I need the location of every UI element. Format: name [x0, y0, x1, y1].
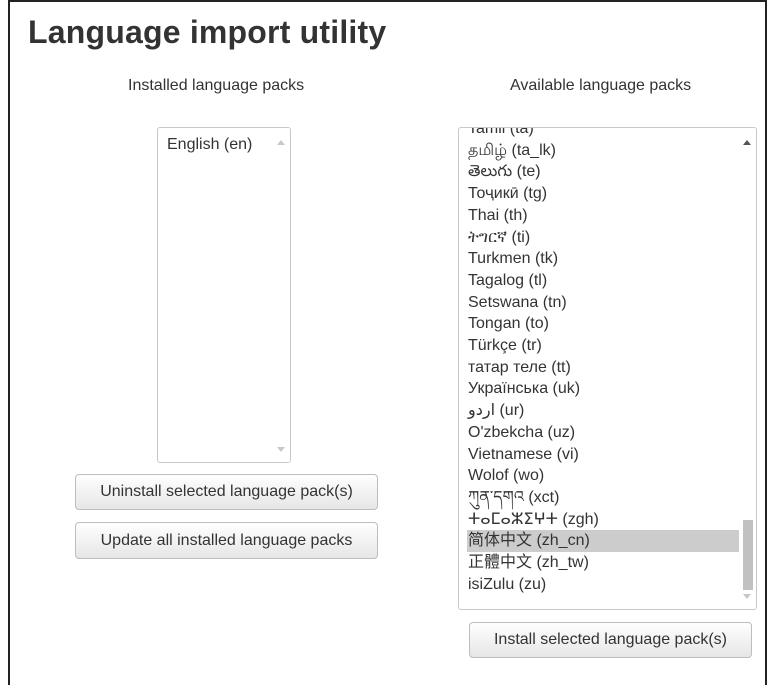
update-all-button[interactable]: Update all installed language packs: [75, 522, 378, 559]
installed-heading: Installed language packs: [128, 77, 305, 94]
available-option[interactable]: O'zbekcha (uz): [468, 422, 575, 444]
installed-list-scrollbar[interactable]: [273, 128, 290, 462]
installed-language-list[interactable]: English (en): [157, 127, 291, 463]
installed-option-en[interactable]: English (en): [167, 136, 252, 154]
uninstall-selected-button[interactable]: Uninstall selected language pack(s): [75, 474, 378, 510]
scroll-up-icon[interactable]: [743, 140, 751, 145]
available-option[interactable]: Vietnamese (vi): [468, 444, 579, 466]
install-selected-button[interactable]: Install selected language pack(s): [469, 622, 752, 658]
available-option[interactable]: ⵜⴰⵎⴰⵣⵉⵖⵜ (zgh): [468, 509, 599, 531]
available-option[interactable]: தமிழ் (ta_lk): [468, 140, 556, 162]
available-option[interactable]: ཀུན་དགའ (xct): [468, 487, 559, 509]
available-option[interactable]: Wolof (wo): [468, 465, 544, 487]
available-option[interactable]: اردو (ur): [468, 400, 524, 422]
scroll-up-icon[interactable]: [277, 140, 285, 145]
available-option[interactable]: Tagalog (tl): [468, 270, 547, 292]
available-option[interactable]: Setswana (tn): [468, 292, 567, 314]
available-option[interactable]: Türkçe (tr): [468, 335, 542, 357]
scroll-down-icon[interactable]: [743, 594, 751, 599]
available-option[interactable]: తెలుగు (te): [468, 161, 541, 183]
scrollbar-thumb[interactable]: [743, 520, 753, 590]
available-list-scrollbar[interactable]: [739, 128, 756, 609]
scroll-down-icon[interactable]: [277, 447, 285, 452]
available-option[interactable]: 正體中文 (zh_tw): [468, 552, 589, 574]
available-options: Tamil (ta) தமிழ் (ta_lk) తెలుగు (te) Тоҷикӣ…: [459, 128, 740, 609]
available-option[interactable]: Українська (uk): [468, 378, 580, 400]
available-option[interactable]: Thai (th): [468, 205, 528, 227]
available-option[interactable]: Turkmen (tk): [468, 248, 558, 270]
available-language-list[interactable]: Tamil (ta) தமிழ் (ta_lk) తెలుగు (te) Тоҷикӣ…: [458, 127, 757, 610]
available-option[interactable]: ትግርኛ (ti): [468, 227, 530, 249]
available-option[interactable]: isiZulu (zu): [468, 574, 546, 596]
available-option[interactable]: 简体中文 (zh_cn): [467, 530, 740, 552]
available-option[interactable]: татар теле (tt): [468, 357, 571, 379]
available-option[interactable]: Tamil (ta): [468, 128, 534, 140]
available-option[interactable]: Tongan (to): [468, 313, 549, 335]
available-option[interactable]: Тоҷикӣ (tg): [468, 183, 547, 205]
available-heading: Available language packs: [510, 77, 692, 94]
page-title: Language import utility: [28, 14, 387, 50]
